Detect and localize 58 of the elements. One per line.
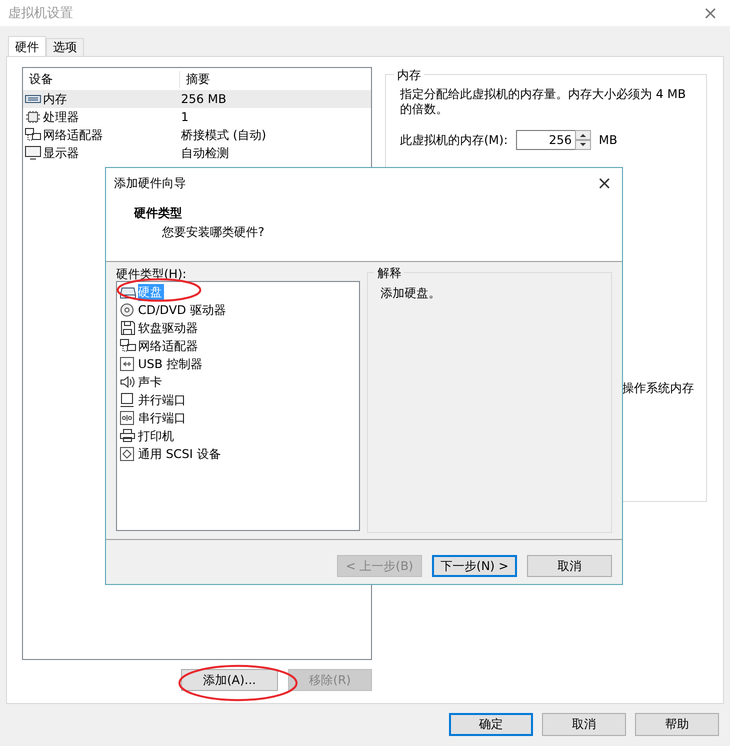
wizard-subheading: 您要安装哪类硬件? [162,224,266,241]
hardware-type-item[interactable]: 通用 SCSI 设备 [138,446,223,462]
column-header: 设备 [23,70,180,88]
port-icon [120,393,136,407]
speaker-icon [120,375,136,389]
memory-label: 此虚拟机的内存(M): [400,132,508,148]
device-row[interactable]: 网络适配器 桥接模式 (自动) [23,126,371,144]
tab[interactable]: 选项 [46,38,84,56]
add-button[interactable]: 添加(A)... [181,669,278,691]
tab[interactable]: 硬件 [8,36,46,56]
dialog-button[interactable]: 确定 [449,713,533,736]
device-row[interactable]: 显示器 自动检测 [23,144,371,162]
device-row[interactable]: 处理器 1 [23,108,371,126]
chip-icon [25,110,41,124]
spinner-icon[interactable] [574,130,591,150]
group-title: 解释 [374,265,404,282]
dialog-button[interactable]: 取消 [542,713,626,736]
memory-icon [25,92,41,106]
monitor-icon [25,146,41,160]
hardware-type-item[interactable]: USB 控制器 [138,356,204,372]
device-summary: 256 MB [181,92,226,106]
memory-field[interactable]: 256 [516,130,591,150]
explanation-text: 添加硬盘。 [380,285,442,302]
disc-icon [120,303,136,317]
memory-note: 操作系统内存 [622,380,695,396]
hardware-type-item[interactable]: 串行端口 [138,410,188,426]
device-name: 网络适配器 [43,126,103,144]
device-name: 处理器 [43,108,79,126]
floppy-icon [120,321,136,335]
hardware-type-item[interactable]: CD/DVD 驱动器 [138,302,228,318]
device-summary: 桥接模式 (自动) [181,126,266,144]
wizard-heading: 硬件类型 [134,205,183,222]
memory-unit: MB [598,133,618,147]
printer-icon [120,429,136,443]
network-icon [25,128,41,142]
device-summary: 自动检测 [181,144,229,162]
close-button[interactable]: × [596,172,612,194]
hardware-type-item[interactable]: 软盘驱动器 [138,320,200,336]
memory-description: 指定分配给此虚拟机的内存量。内存大小必须为 4 MB 的倍数。 [400,87,687,117]
column-header: 摘要 [185,70,210,88]
dialog-button[interactable]: 帮助 [635,713,719,736]
network-icon [120,339,136,353]
hardware-type-item[interactable]: 网络适配器 [138,338,200,354]
disk-icon [120,285,136,299]
close-button[interactable]: × [702,2,722,24]
dialog-title: 添加硬件向导 [114,174,186,192]
wizard-button[interactable]: 取消 [527,555,612,577]
device-name: 内存 [43,90,67,108]
hardware-type-item[interactable]: 并行端口 [138,392,188,408]
usb-icon [120,357,136,371]
wizard-button[interactable]: 下一步(N) > [432,555,517,577]
device-name: 显示器 [43,144,79,162]
device-summary: 1 [181,110,189,124]
device-row[interactable]: 内存 256 MB [23,90,371,108]
hardware-type-item[interactable]: 打印机 [138,428,176,444]
hardware-type-item[interactable]: 声卡 [138,374,164,390]
window-title: 虚拟机设置 [8,5,73,22]
port-icon [120,411,136,425]
